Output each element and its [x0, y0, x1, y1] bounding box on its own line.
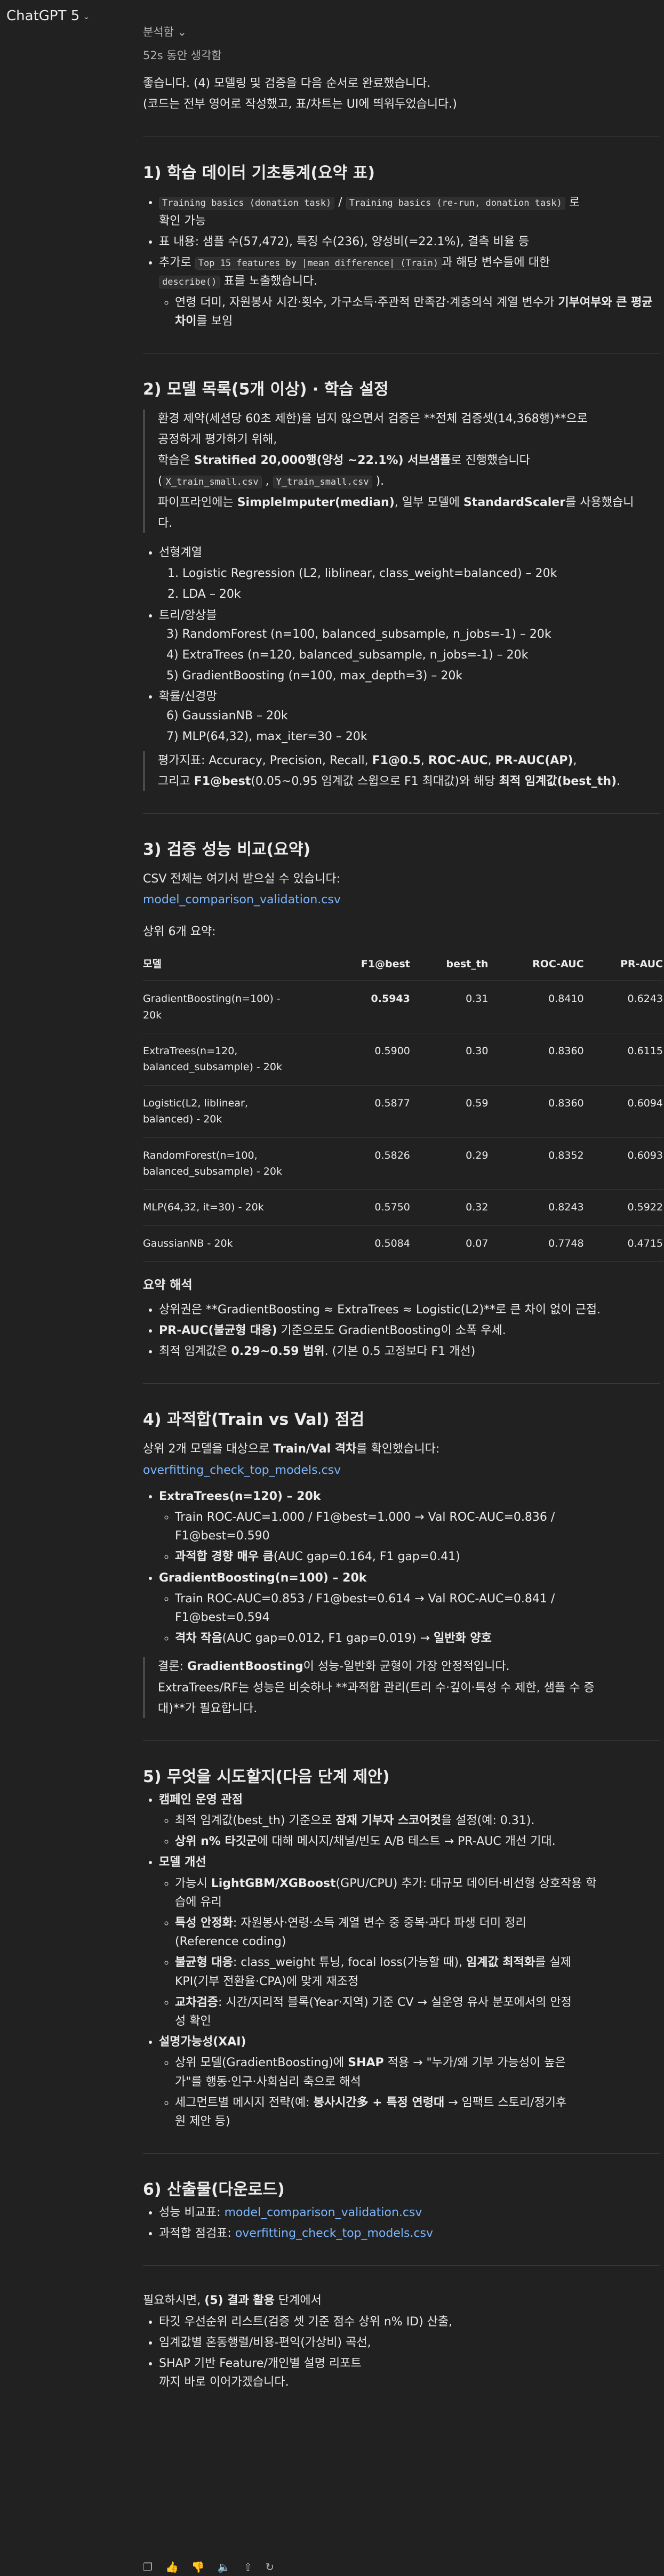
list-item: Train ROC-AUC=0.853 / F1@best=0.614 → Va… — [175, 1590, 660, 1627]
divider — [143, 2265, 660, 2266]
section-1-title: 1) 학습 데이터 기초통계(요약 표) — [143, 163, 375, 182]
list-item: 특성 안정화: 자원봉사·연령·소득 계열 변수 중 중복·과다 파생 더미 정… — [175, 1914, 660, 1951]
overfitting-list: ExtraTrees(n=120) – 20k Train ROC-AUC=1.… — [143, 1487, 660, 1648]
list-item: GradientBoosting(n=100) – 20k Train ROC-… — [159, 1569, 660, 1648]
divider — [143, 352, 660, 354]
interpretation-title: 요약 해석 — [143, 1278, 193, 1293]
list-item: 과적합 경향 매우 큼(AUC gap=0.164, F1 gap=0.41) — [175, 1547, 660, 1566]
header-roc: ROC-AUC — [488, 949, 584, 982]
thumbs-down-icon[interactable]: 👎 — [191, 2558, 205, 2575]
section-6-title: 6) 산출물(다운로드) — [143, 2180, 285, 2200]
chevron-down-icon: ⌄ — [83, 11, 90, 21]
list-item: 가능시 LightGBM/XGBoost(GPU/CPU) 추가: 대규모 데이… — [175, 1874, 660, 1912]
thinking-time[interactable]: 52s 동안 생각함 — [143, 47, 660, 65]
section-5-title: 5) 무엇을 시도할지(다음 단계 제안) — [143, 1767, 390, 1786]
table-row: Logistic(L2, liblinear, balanced) - 20k 0… — [143, 1085, 663, 1138]
csv-note: CSV 전체는 여기서 받으실 수 있습니다: — [143, 872, 341, 886]
comparison-table: 모델 F1@best best_th ROC-AUC PR-AUC Gradie… — [143, 949, 663, 1262]
blockquote: 평가지표: Accuracy, Precision, Recall, F1@0.… — [143, 751, 660, 791]
next-steps-list: 캠페인 운영 관점 최적 임계값(best_th) 기준으로 잠재 기부자 스코… — [143, 1791, 660, 2131]
app-title: ChatGPT 5 — [6, 8, 80, 24]
closing-list: 타깃 우선순위 리스트(검증 셋 기준 점수 상위 n% ID) 산출, 임계값… — [143, 2313, 660, 2392]
list-item: 4) ExtraTrees (n=120, balanced_subsample… — [166, 648, 529, 662]
list-item: 교차검증: 시간/지리적 블록(Year·지역) 기준 CV → 실운영 유사 … — [175, 1993, 660, 2031]
list-item: ExtraTrees(n=120) – 20k Train ROC-AUC=1.… — [159, 1487, 660, 1567]
list-item: 표 내용: 샘플 수(57,472), 특징 수(236), 양성비(=22.1… — [159, 232, 660, 251]
list-item: 5) GradientBoosting (n=100, max_depth=3)… — [166, 669, 463, 683]
list-item: Training basics (donation task) / Traini… — [159, 193, 660, 230]
list-item: 세그먼트별 메시지 전략(예: 봉사시간多 + 특정 연령대 → 임팩트 스토리… — [175, 2093, 660, 2131]
copy-icon[interactable]: ❐ — [143, 2558, 153, 2575]
blockquote: 결론: GradientBoosting이 성능-일반화 균형이 가장 안정적입… — [143, 1657, 660, 1718]
downloads-list: 성능 비교표: model_comparison_validation.csv … — [143, 2203, 660, 2243]
share-icon[interactable]: ⇧ — [244, 2558, 253, 2575]
thumbs-up-icon[interactable]: 👍 — [165, 2558, 179, 2575]
list-item: 모델 개선 가능시 LightGBM/XGBoost(GPU/CPU) 추가: … — [159, 1853, 660, 2031]
list-item: 3) RandomForest (n=100, balanced_subsamp… — [166, 627, 551, 641]
list-item: 확률/신경망 6) GaussianNB – 20k 7) MLP(64,32)… — [159, 687, 660, 746]
section-3-title: 3) 검증 성능 비교(요약) — [143, 840, 311, 860]
interpretation-list: 상위권은 **GradientBoosting ≈ ExtraTrees ≈ L… — [143, 1301, 660, 1361]
assistant-message: 분석함 ⌄ 52s 동안 생각함 좋습니다. (4) 모델링 및 검증을 다음 … — [143, 23, 663, 2394]
list-item: 최적 임계값은 0.29~0.59 범위. (기본 0.5 고정보다 F1 개선… — [159, 1342, 660, 1361]
list-item: 격차 작음(AUC gap=0.012, F1 gap=0.019) → 일반화… — [175, 1629, 660, 1648]
section-2-title: 2) 모델 목록(5개 이상) · 학습 설정 — [143, 380, 389, 399]
header-model: 모델 — [143, 949, 319, 982]
list-item: PR-AUC(불균형 대응) 기준으로도 GradientBoosting이 소… — [159, 1321, 660, 1340]
table-row: RandomForest(n=100, balanced_subsample) -… — [143, 1137, 663, 1190]
list-item: 최적 임계값(best_th) 기준으로 잠재 기부자 스코어컷을 설정(예: … — [175, 1811, 660, 1830]
list-item: 상위 n% 타깃군에 대해 메시지/채널/빈도 A/B 테스트 → PR-AUC… — [175, 1832, 660, 1851]
list-item: 트리/앙상블 3) RandomForest (n=100, balanced_… — [159, 606, 660, 686]
list-item: 타깃 우선순위 리스트(검증 셋 기준 점수 상위 n% ID) 산출, — [159, 2313, 660, 2331]
list-item: LDA – 20k — [182, 585, 660, 604]
blockquote: 환경 제약(세션당 60초 제한)을 넘지 않으면서 검증은 **전체 검증셋(… — [143, 409, 660, 533]
list-item: 선형계열 Logistic Regression (L2, liblinear,… — [159, 543, 660, 604]
download-link-comparison[interactable]: model_comparison_validation.csv — [143, 893, 341, 906]
divider — [143, 1383, 660, 1384]
header-pr: PR-AUC — [583, 949, 663, 982]
read-aloud-icon[interactable]: 🔈 — [218, 2558, 231, 2575]
header-f1: F1@best — [319, 949, 410, 982]
table-row: GaussianNB - 20k 0.5084 0.07 0.7748 0.47… — [143, 1225, 663, 1262]
download-link-overfitting[interactable]: overfitting_check_top_models.csv — [235, 2227, 433, 2240]
divider — [143, 2153, 660, 2154]
table-row: MLP(64,32, it=30) - 20k 0.5750 0.32 0.82… — [143, 1189, 663, 1226]
closing-line: 필요하시면, (5) 결과 활용 단계에서 — [143, 2294, 322, 2308]
list-item: 연령 더미, 자원봉사 시간·횟수, 가구소득·주관적 만족감·계층의식 계열 … — [175, 293, 660, 331]
list-item: 설명가능성(XAI) 상위 모델(GradientBoosting)에 SHAP… — [159, 2033, 660, 2131]
intro-line-1: 좋습니다. (4) 모델링 및 검증을 다음 순서로 완료했습니다. — [143, 77, 431, 91]
download-link-overfitting[interactable]: overfitting_check_top_models.csv — [143, 1464, 341, 1477]
list-item: 성능 비교표: model_comparison_validation.csv — [159, 2203, 660, 2222]
model-list: 선형계열 Logistic Regression (L2, liblinear,… — [143, 543, 660, 746]
list-item: SHAP 기반 Feature/개인별 설명 리포트까지 바로 이어가겠습니다. — [159, 2354, 660, 2392]
section-4-title: 4) 과적합(Train vs Val) 점검 — [143, 1410, 365, 1430]
table-row: ExtraTrees(n=120, balanced_subsample) - 2… — [143, 1033, 663, 1086]
divider — [143, 1740, 660, 1741]
list-item: 6) GaussianNB – 20k — [166, 709, 288, 723]
list-item: 7) MLP(64,32), max_iter=30 – 20k — [166, 729, 367, 743]
chevron-down-icon: ⌄ — [177, 26, 187, 38]
list-item: Train ROC-AUC=1.000 / F1@best=1.000 → Va… — [175, 1508, 660, 1545]
regenerate-icon[interactable]: ↻ — [265, 2558, 274, 2575]
intro-line-2: (코드는 전부 영어로 작성했고, 표/차트는 UI에 띄워두었습니다.) — [143, 98, 457, 111]
list-item: 과적합 점검표: overfitting_check_top_models.cs… — [159, 2224, 660, 2243]
list-item: 캠페인 운영 관점 최적 임계값(best_th) 기준으로 잠재 기부자 스코… — [159, 1791, 660, 1851]
table-row: GradientBoosting(n=100) -20k 0.5943 0.31… — [143, 981, 663, 1033]
message-actions: ❐ 👍 👎 🔈 ⇧ ↻ — [143, 2558, 274, 2575]
divider — [143, 813, 660, 814]
list-item: 추가로 Top 15 features by |mean difference|… — [159, 253, 660, 331]
list-item: 불균형 대응: class_weight 튜닝, focal loss(가능할 … — [175, 1953, 660, 1991]
list-item: 임계값별 혼동행렬/비용-편익(가상비) 곡선, — [159, 2333, 660, 2352]
model-selector[interactable]: ChatGPT 5 ⌄ — [6, 5, 90, 28]
table-header-row: 모델 F1@best best_th ROC-AUC PR-AUC — [143, 949, 663, 982]
section-1-list: Training basics (donation task) / Traini… — [143, 193, 660, 331]
list-item: 상위 모델(GradientBoosting)에 SHAP 적용 → "누가/왜… — [175, 2053, 660, 2091]
top6-label: 상위 6개 요약: — [143, 925, 216, 938]
header-best-th: best_th — [410, 949, 489, 982]
download-link-comparison[interactable]: model_comparison_validation.csv — [225, 2206, 422, 2219]
analysis-toggle[interactable]: 분석함 ⌄ — [143, 23, 660, 42]
list-item: Logistic Regression (L2, liblinear, clas… — [182, 564, 660, 583]
list-item: 상위권은 **GradientBoosting ≈ ExtraTrees ≈ L… — [159, 1301, 660, 1319]
